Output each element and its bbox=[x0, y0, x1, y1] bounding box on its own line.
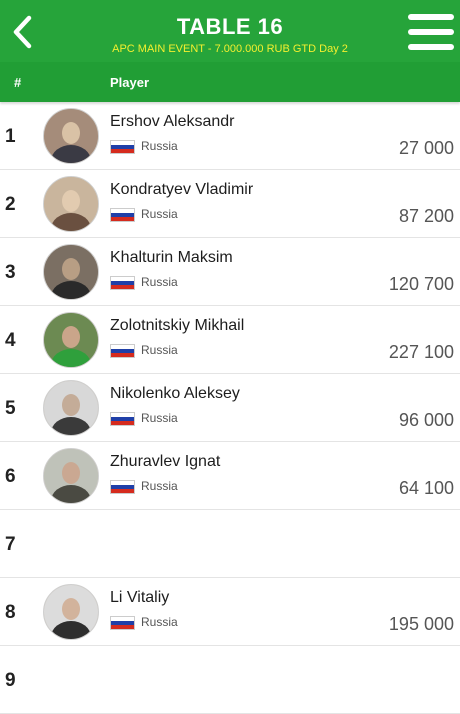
avatar bbox=[43, 448, 99, 504]
hamburger-menu-icon bbox=[408, 14, 454, 20]
page-title: TABLE 16 bbox=[176, 14, 284, 39]
hamburger-menu-icon bbox=[408, 44, 454, 50]
column-header-number: # bbox=[14, 75, 22, 90]
avatar bbox=[43, 312, 99, 368]
hamburger-menu-icon bbox=[408, 29, 454, 35]
menu-button[interactable] bbox=[408, 14, 454, 50]
player-country: Russia bbox=[141, 275, 178, 289]
avatar bbox=[43, 244, 99, 300]
player-name: Zhuravlev Ignat bbox=[110, 453, 221, 470]
column-header-player: Player bbox=[110, 75, 150, 90]
player-country: Russia bbox=[141, 411, 178, 425]
avatar bbox=[43, 380, 99, 436]
player-country: Russia bbox=[141, 343, 178, 357]
russia-flag-icon bbox=[110, 276, 135, 290]
chip-count: 64 100 bbox=[398, 478, 454, 498]
top-app-bar: TABLE 16 APC MAIN EVENT - 7.000.000 RUB … bbox=[0, 0, 460, 62]
chip-count: 87 200 bbox=[398, 206, 454, 226]
seat-number: 4 bbox=[5, 330, 16, 351]
seat-number: 2 bbox=[5, 194, 16, 215]
seat-number: 7 bbox=[5, 534, 16, 555]
seat-row[interactable]: 6 Zhuravlev Ignat Russia 64 100 bbox=[0, 442, 460, 510]
player-name: Nikolenko Aleksey bbox=[110, 385, 240, 402]
seat-row[interactable]: 1 Ershov Aleksandr Russia 27 000 bbox=[0, 102, 460, 170]
russia-flag-icon bbox=[110, 208, 135, 222]
avatar bbox=[43, 176, 99, 232]
chip-count: 195 000 bbox=[388, 614, 454, 634]
player-country: Russia bbox=[141, 139, 178, 153]
chip-count: 120 700 bbox=[388, 274, 454, 294]
player-name: Zolotnitskiy Mikhail bbox=[110, 317, 245, 334]
player-country: Russia bbox=[141, 207, 178, 221]
seat-number: 3 bbox=[5, 262, 16, 283]
seat-row[interactable]: 3 Khalturin Maksim Russia 120 700 bbox=[0, 238, 460, 306]
player-name: Ershov Aleksandr bbox=[110, 113, 235, 130]
seat-number: 6 bbox=[5, 466, 16, 487]
russia-flag-icon bbox=[110, 480, 135, 494]
chip-count: 27 000 bbox=[398, 138, 454, 158]
player-country: Russia bbox=[141, 615, 178, 629]
russia-flag-icon bbox=[110, 140, 135, 154]
seat-row[interactable]: 5 Nikolenko Aleksey Russia 96 000 bbox=[0, 374, 460, 442]
seat-row[interactable]: 2 Kondratyev Vladimir Russia 87 200 bbox=[0, 170, 460, 238]
seat-row[interactable]: 4 Zolotnitskiy Mikhail Russia 227 100 bbox=[0, 306, 460, 374]
player-name: Li Vitaliy bbox=[110, 589, 170, 606]
russia-flag-icon bbox=[110, 616, 135, 630]
chip-count: 96 000 bbox=[398, 410, 454, 430]
seat-number: 5 bbox=[5, 398, 16, 419]
russia-flag-icon bbox=[110, 344, 135, 358]
player-name: Khalturin Maksim bbox=[110, 249, 233, 266]
chip-count: 227 100 bbox=[388, 342, 454, 362]
seat-number: 8 bbox=[5, 602, 16, 623]
seat-number: 1 bbox=[5, 126, 16, 147]
seat-list: 1 Ershov Aleksandr Russia 27 000 2 Kondratyev… bbox=[0, 102, 460, 714]
seat-row[interactable]: 8 Li Vitaliy Russia 195 000 bbox=[0, 578, 460, 646]
player-country: Russia bbox=[141, 479, 178, 493]
seat-number: 9 bbox=[5, 670, 16, 691]
avatar bbox=[43, 108, 99, 164]
russia-flag-icon bbox=[110, 412, 135, 426]
empty-seat-row[interactable]: 7 bbox=[0, 510, 460, 578]
avatar bbox=[43, 584, 99, 640]
column-header-row: # Player bbox=[0, 62, 460, 102]
player-name: Kondratyev Vladimir bbox=[110, 181, 254, 198]
empty-seat-row[interactable]: 9 bbox=[0, 646, 460, 714]
event-subtitle: APC MAIN EVENT - 7.000.000 RUB GTD Day 2 bbox=[112, 43, 348, 55]
